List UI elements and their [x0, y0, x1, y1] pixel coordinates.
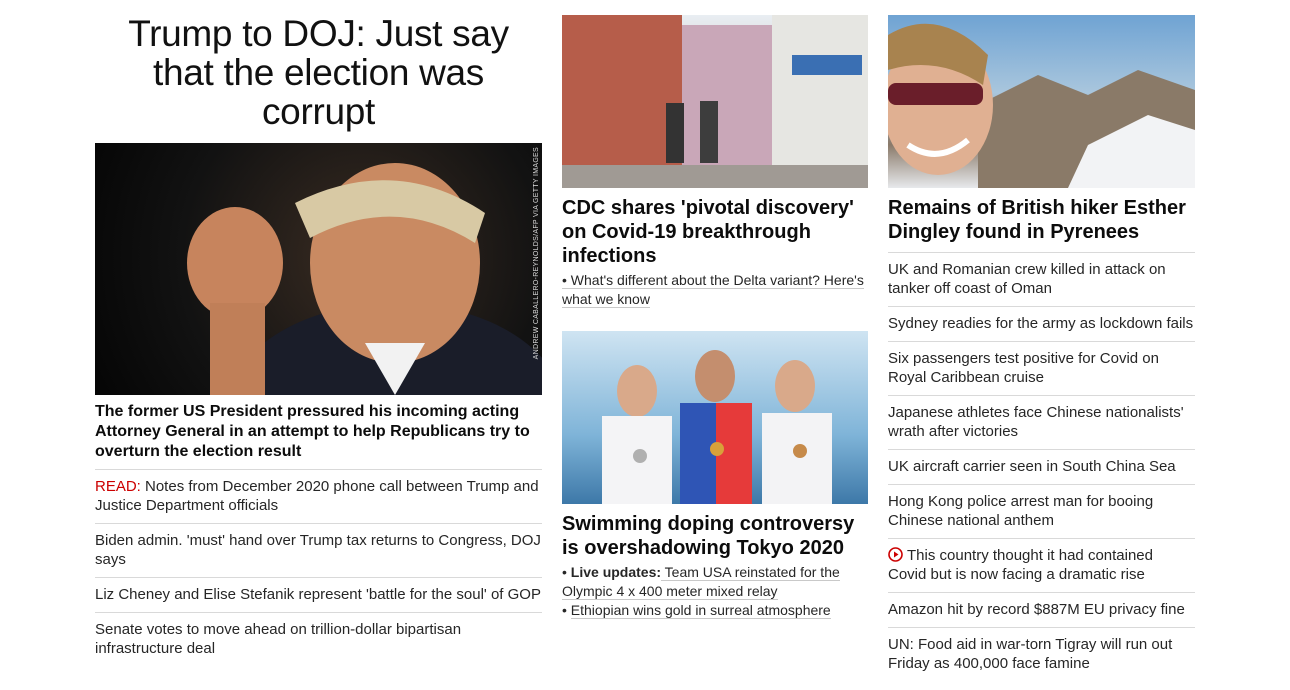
trump-photo-illustration	[187, 163, 542, 395]
cdc-headline[interactable]: CDC shares 'pivotal discovery' on Covid-…	[562, 196, 868, 268]
swimming-headline[interactable]: Swimming doping controversy is overshado…	[562, 512, 868, 560]
list-item[interactable]: Hong Kong police arrest man for booing C…	[888, 485, 1195, 539]
hiker-headline[interactable]: Remains of British hiker Esther Dingley …	[888, 196, 1195, 253]
live-updates-label: Live updates:	[570, 564, 662, 580]
list-item-video[interactable]: This country thought it had contained Co…	[888, 539, 1195, 593]
hiker-photo-illustration	[888, 23, 1195, 188]
list-item[interactable]: UN: Food aid in war-torn Tigray will run…	[888, 628, 1195, 681]
lead-summary[interactable]: The former US President pressured his in…	[95, 402, 542, 470]
delta-variant-text: • What's different about the Delta varia…	[562, 272, 864, 308]
ethiopian-link[interactable]: • Ethiopian wins gold in surreal atmosph…	[562, 601, 868, 620]
list-item[interactable]: Liz Cheney and Elise Stefanik represent …	[95, 578, 542, 613]
swimmers-photo-illustration	[602, 350, 832, 504]
swimmers-photo[interactable]	[562, 331, 868, 504]
list-item[interactable]: Sydney readies for the army as lockdown …	[888, 307, 1195, 342]
list-item[interactable]: Senate votes to move ahead on trillion-d…	[95, 613, 542, 666]
delta-variant-link[interactable]: • What's different about the Delta varia…	[562, 271, 868, 309]
read-link-text: Notes from December 2020 phone call betw…	[95, 478, 539, 514]
play-icon	[888, 547, 903, 562]
list-item[interactable]: Biden admin. 'must' hand over Trump tax …	[95, 524, 542, 578]
third-column: Remains of British hiker Esther Dingley …	[888, 0, 1195, 681]
list-item[interactable]: UK aircraft carrier seen in South China …	[888, 450, 1195, 485]
list-item[interactable]: Amazon hit by record $887M EU privacy fi…	[888, 593, 1195, 628]
live-updates-link[interactable]: • Live updates: Team USA reinstated for …	[562, 563, 868, 601]
ethiopian-text: Ethiopian wins gold in surreal atmospher…	[570, 602, 831, 619]
main-story-column: Trump to DOJ: Just say that the election…	[95, 0, 542, 666]
list-item[interactable]: Six passengers test positive for Covid o…	[888, 342, 1195, 396]
hiker-photo[interactable]	[888, 15, 1195, 188]
trump-photo[interactable]: ANDREW CABALLERO-REYNOLDS/AFP VIA GETTY …	[95, 143, 542, 395]
list-item[interactable]: UK and Romanian crew killed in attack on…	[888, 253, 1195, 307]
list-item[interactable]: READ: Notes from December 2020 phone cal…	[95, 470, 542, 524]
top-stories-list: UK and Romanian crew killed in attack on…	[888, 253, 1195, 681]
related-links: READ: Notes from December 2020 phone cal…	[95, 470, 542, 666]
video-item-text: This country thought it had contained Co…	[888, 547, 1153, 583]
read-label: READ:	[95, 478, 141, 495]
list-item[interactable]: Japanese athletes face Chinese nationali…	[888, 396, 1195, 450]
second-column: CDC shares 'pivotal discovery' on Covid-…	[562, 0, 868, 620]
banner-headline[interactable]: Trump to DOJ: Just say that the election…	[95, 14, 542, 131]
photo-credit: ANDREW CABALLERO-REYNOLDS/AFP VIA GETTY …	[533, 147, 540, 360]
street-photo[interactable]	[562, 15, 868, 188]
street-photo-illustration	[562, 15, 868, 188]
